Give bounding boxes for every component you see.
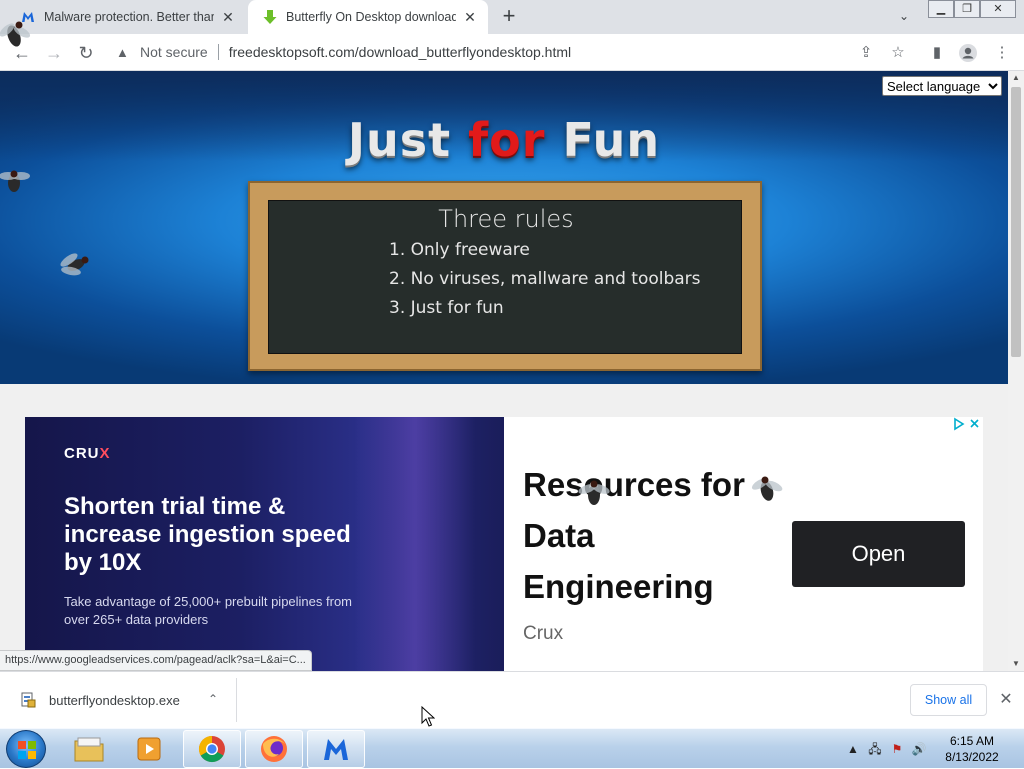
taskbar-firefox[interactable]: [245, 730, 303, 768]
ad-subtext: Take advantage of 25,000+ prebuilt pipel…: [64, 594, 352, 627]
download-arrow-icon: [262, 9, 278, 25]
url-text: freedesktopsoft.com/download_butterflyon…: [228, 44, 572, 60]
menu-kebab-icon[interactable]: ⋮: [992, 43, 1012, 63]
crux-logo-x: X: [99, 445, 111, 462]
fly-icon: [60, 253, 89, 276]
tab-title: Butterfly On Desktop download (: [286, 10, 456, 24]
exe-file-icon: [21, 692, 36, 708]
headline-word: Just: [347, 113, 452, 167]
chrome-icon: [198, 735, 225, 763]
browser-toolbar: ← → ↻ ▲ Not secure freedesktopsoft.com/d…: [0, 34, 1024, 71]
close-tab-icon[interactable]: ✕: [462, 9, 478, 25]
minimize-button[interactable]: ▁: [928, 0, 954, 18]
ad-choices-icon[interactable]: [952, 417, 982, 431]
taskbar-malwarebytes[interactable]: [307, 730, 365, 768]
status-bubble-url: https://www.googleadservices.com/pagead/…: [0, 650, 312, 671]
rule-item: 2. No viruses, mallware and toolbars: [389, 269, 701, 289]
chalkboard: Three rules 1. Only freeware 2. No virus…: [248, 181, 762, 371]
chevron-down-icon[interactable]: ⌄: [895, 9, 913, 27]
crux-logo-text: CRU: [64, 445, 100, 462]
security-label: Not secure: [140, 44, 208, 60]
share-icon[interactable]: ⇪: [856, 43, 876, 63]
system-tray: ▲ 🖧 ⚑ 🔊: [842, 729, 930, 769]
profile-icon[interactable]: [958, 43, 978, 63]
show-hidden-icons-icon[interactable]: ▲: [845, 741, 861, 757]
network-icon[interactable]: 🖧: [867, 741, 883, 757]
tab-strip: Malware protection. Better than ✕ Butter…: [0, 0, 1024, 34]
ad-headline: Shorten trial time & increase ingestion …: [64, 493, 351, 576]
bookmark-star-icon[interactable]: ☆: [888, 43, 908, 63]
divider: [217, 44, 219, 60]
action-center-icon[interactable]: ⚑: [889, 741, 905, 757]
language-select[interactable]: Select language: [882, 76, 1002, 96]
crux-logo: CRUX: [64, 445, 111, 462]
side-panel-icon[interactable]: ▮: [927, 43, 947, 63]
ad-light-rays: [355, 417, 475, 671]
firefox-icon: [261, 736, 287, 762]
close-tab-icon[interactable]: ✕: [220, 9, 236, 25]
chalkboard-title: Three rules: [438, 205, 574, 233]
taskbar-chrome[interactable]: [183, 730, 241, 768]
forward-button[interactable]: →: [42, 41, 66, 65]
tab-title: Malware protection. Better than: [44, 10, 214, 24]
fly-icon: [0, 170, 30, 192]
restore-button[interactable]: ❐: [954, 0, 980, 18]
address-bar[interactable]: ▲ Not secure freedesktopsoft.com/downloa…: [110, 38, 918, 66]
volume-icon[interactable]: 🔊: [911, 741, 927, 757]
taskbar-media-player[interactable]: [121, 730, 179, 768]
page-viewport: Select language Just for Fun Three rules…: [0, 71, 1008, 671]
headline-word: Fun: [562, 113, 661, 167]
scroll-down-arrow-icon[interactable]: ▼: [1008, 657, 1024, 671]
ad-image[interactable]: CRUX Shorten trial time & increase inges…: [25, 417, 504, 671]
new-tab-button[interactable]: +: [498, 5, 520, 28]
advertisement[interactable]: CRUX Shorten trial time & increase inges…: [25, 417, 983, 671]
mouse-cursor-icon: [421, 706, 435, 727]
media-player-icon: [137, 737, 161, 761]
start-button[interactable]: [6, 730, 46, 768]
reload-button[interactable]: ↻: [74, 41, 98, 65]
malwarebytes-icon: [324, 739, 348, 760]
fly-icon: [751, 476, 783, 501]
folder-icon: [74, 737, 104, 762]
windows-logo-icon: [18, 741, 36, 759]
windows-taskbar: ▲ 🖧 ⚑ 🔊 6:15 AM 8/13/2022: [0, 728, 1024, 768]
scrollbar-thumb[interactable]: [1011, 87, 1021, 357]
close-window-button[interactable]: ✕: [980, 0, 1016, 18]
ad-advertiser[interactable]: Crux: [523, 623, 563, 645]
show-all-button[interactable]: Show all: [910, 684, 987, 716]
rule-item: 1. Only freeware: [389, 240, 530, 260]
hero-banner: Select language Just for Fun Three rules…: [0, 71, 1008, 384]
chalkboard-surface: Three rules 1. Only freeware 2. No virus…: [268, 200, 742, 354]
taskbar-clock[interactable]: 6:15 AM 8/13/2022: [935, 733, 1009, 765]
taskbar-explorer[interactable]: [60, 730, 118, 768]
fly-icon: [578, 480, 610, 505]
clock-time: 6:15 AM: [949, 734, 995, 748]
scroll-up-arrow-icon[interactable]: ▲: [1008, 71, 1024, 85]
download-bar: butterflyondesktop.exe ⌃ Show all ✕: [0, 671, 1024, 728]
divider: [236, 678, 237, 722]
ad-open-button[interactable]: Open: [792, 521, 965, 587]
clock-date: 8/13/2022: [945, 750, 999, 764]
fly-icon: [0, 21, 31, 47]
chevron-up-icon[interactable]: ⌃: [204, 690, 222, 708]
close-icon[interactable]: ✕: [996, 690, 1016, 710]
tab-butterfly[interactable]: Butterfly On Desktop download ( ✕: [248, 0, 488, 34]
page-scrollbar[interactable]: ▲ ▼: [1008, 71, 1024, 671]
page-headline: Just for Fun: [0, 113, 1008, 167]
tab-malwarebytes[interactable]: Malware protection. Better than ✕: [6, 0, 246, 34]
headline-word-accent: for: [468, 113, 546, 167]
rule-item: 3. Just for fun: [389, 298, 504, 318]
download-file-name[interactable]: butterflyondesktop.exe: [49, 693, 180, 708]
warning-icon: ▲: [116, 44, 129, 60]
